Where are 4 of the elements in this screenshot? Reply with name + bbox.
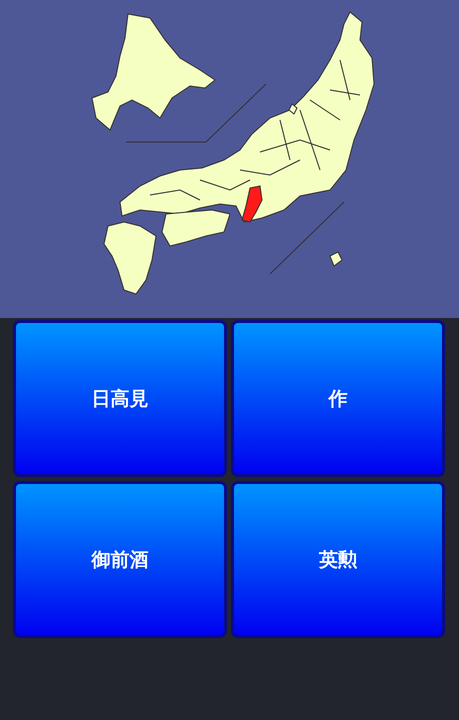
- answer-button[interactable]: 日高見: [13, 320, 227, 477]
- answer-button[interactable]: 作: [231, 320, 445, 477]
- answer-button[interactable]: 御前酒: [13, 481, 227, 638]
- answer-button[interactable]: 英勲: [231, 481, 445, 638]
